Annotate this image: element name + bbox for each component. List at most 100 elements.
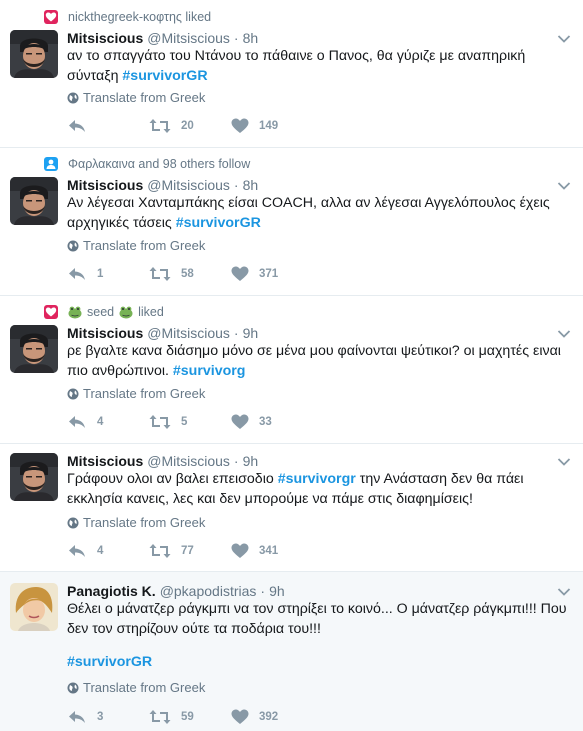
user-handle[interactable]: @Mitsiscious xyxy=(147,177,230,193)
translate-link[interactable]: Translate from Greek xyxy=(67,386,205,401)
tweet-actions: 4 5 33 xyxy=(67,414,387,430)
heart-icon xyxy=(231,414,249,430)
user-handle[interactable]: @Mitsiscious xyxy=(147,453,230,469)
display-name[interactable]: Mitsiscious xyxy=(67,30,143,46)
tweet[interactable]: nickthegreek-κοφτης liked Mitsiscious @M… xyxy=(0,0,583,148)
avatar[interactable] xyxy=(10,177,58,225)
retweet-button[interactable]: 58 xyxy=(149,266,194,282)
reply-count: 4 xyxy=(97,416,104,428)
reply-icon xyxy=(67,266,87,282)
translate-label: Translate from Greek xyxy=(83,515,206,530)
separator-dot: · xyxy=(233,453,239,469)
tweet-header: Mitsiscious @Mitsiscious · 8h xyxy=(67,177,258,193)
tweet[interactable]: Φαρλακαινα and 98 others follow Mitsisci… xyxy=(0,148,583,296)
retweet-count: 20 xyxy=(181,120,194,132)
tweet-header: Mitsiscious @Mitsiscious · 9h xyxy=(67,325,258,341)
like-count: 392 xyxy=(259,711,279,723)
retweet-button[interactable]: 20 xyxy=(149,118,194,134)
like-button[interactable]: 341 xyxy=(231,543,278,559)
hashtag-link[interactable]: #survivorGR xyxy=(122,68,207,84)
hashtag-link[interactable]: #survivorg xyxy=(173,363,246,379)
translate-link[interactable]: Translate from Greek xyxy=(67,515,205,530)
like-count: 33 xyxy=(259,416,272,428)
tweet-header: Mitsiscious @Mitsiscious · 9h xyxy=(67,453,258,469)
chevron-down-icon[interactable] xyxy=(557,181,571,191)
context-user[interactable]: seed xyxy=(87,305,114,319)
heart-icon xyxy=(231,118,249,134)
like-button[interactable]: 371 xyxy=(231,266,278,282)
context-text: nickthegreek-κοφτης liked xyxy=(68,10,212,24)
user-handle[interactable]: @Mitsiscious xyxy=(147,325,230,341)
hashtag-link[interactable]: #survivorGR xyxy=(67,654,152,670)
tweet-actions: 4 77 341 xyxy=(67,543,387,559)
translate-label: Translate from Greek xyxy=(83,386,206,401)
retweet-icon xyxy=(149,118,171,134)
tweet-text: Θέλει ο μάνατζερ ράγκμπι να τον στηρίξει… xyxy=(67,599,572,639)
frog-icon xyxy=(119,305,133,319)
retweet-icon xyxy=(149,414,171,430)
tweet-text: Γράφουν ολοι αν βαλει επεισοδιο #survivo… xyxy=(67,469,572,509)
timestamp[interactable]: 9h xyxy=(269,583,285,599)
timestamp[interactable]: 9h xyxy=(243,453,259,469)
retweet-button[interactable]: 59 xyxy=(149,709,194,725)
reply-button[interactable] xyxy=(67,118,97,134)
globe-icon xyxy=(67,92,79,104)
translate-link[interactable]: Translate from Greek xyxy=(67,238,205,253)
avatar[interactable] xyxy=(10,325,58,373)
timestamp[interactable]: 8h xyxy=(243,30,259,46)
translate-label: Translate from Greek xyxy=(83,238,206,253)
chevron-down-icon[interactable] xyxy=(557,457,571,467)
hashtag-link[interactable]: #survivorgr xyxy=(278,471,356,487)
reply-button[interactable]: 3 xyxy=(67,709,103,725)
tweet[interactable]: Mitsiscious @Mitsiscious · 9h Γράφουν ολ… xyxy=(0,444,583,572)
reply-count: 1 xyxy=(97,268,104,280)
timestamp[interactable]: 8h xyxy=(243,177,259,193)
tweet-header: Panagiotis K. @pkapodistrias · 9h xyxy=(67,583,285,599)
retweet-button[interactable]: 5 xyxy=(149,414,187,430)
display-name[interactable]: Mitsiscious xyxy=(67,177,143,193)
avatar[interactable] xyxy=(10,30,58,78)
translate-link[interactable]: Translate from Greek xyxy=(67,90,205,105)
display-name[interactable]: Panagiotis K. xyxy=(67,583,156,599)
chevron-down-icon[interactable] xyxy=(557,587,571,597)
hashtag-link[interactable]: #survivorGR xyxy=(176,215,261,231)
like-button[interactable]: 149 xyxy=(231,118,278,134)
separator-dot: · xyxy=(233,177,239,193)
avatar[interactable] xyxy=(10,453,58,501)
like-count: 341 xyxy=(259,545,279,557)
tweet[interactable]: Panagiotis K. @pkapodistrias · 9h Θέλει … xyxy=(0,572,583,731)
retweet-button[interactable]: 77 xyxy=(149,543,194,559)
context-text[interactable]: Φαρλακαινα and 98 others follow xyxy=(68,157,250,171)
timestamp[interactable]: 9h xyxy=(243,325,259,341)
retweet-icon xyxy=(149,543,171,559)
chevron-down-icon[interactable] xyxy=(557,34,571,44)
like-button[interactable]: 33 xyxy=(231,414,272,430)
tweet[interactable]: seed liked Mitsiscious @Mitsiscious · 9h… xyxy=(0,296,583,444)
separator-dot: · xyxy=(233,30,239,46)
tweet-actions: 3 59 392 xyxy=(67,709,387,725)
reply-count: 3 xyxy=(97,711,104,723)
reply-button[interactable]: 4 xyxy=(67,414,103,430)
heart-icon xyxy=(231,709,249,725)
tweet-text: ρε βγαλτε κανα διάσημο μόνο σε μένα μου … xyxy=(67,341,572,381)
tweet-hashtag-line: #survivorGR xyxy=(67,652,572,672)
retweet-count: 77 xyxy=(181,545,194,557)
chevron-down-icon[interactable] xyxy=(557,329,571,339)
display-name[interactable]: Mitsiscious xyxy=(67,325,143,341)
avatar[interactable] xyxy=(10,583,58,631)
reply-button[interactable]: 1 xyxy=(67,266,103,282)
reply-icon xyxy=(67,118,87,134)
like-button[interactable]: 392 xyxy=(231,709,278,725)
like-count: 149 xyxy=(259,120,279,132)
globe-icon xyxy=(67,682,79,694)
user-handle[interactable]: @Mitsiscious xyxy=(147,30,230,46)
context-text: liked xyxy=(138,305,164,319)
reply-button[interactable]: 4 xyxy=(67,543,103,559)
user-handle[interactable]: @pkapodistrias xyxy=(160,583,257,599)
retweet-count: 5 xyxy=(181,416,188,428)
tweet-text-body: Αν λέγεσαι Χανταμπάκης είσαι COACH, αλλα… xyxy=(67,195,550,231)
separator-dot: · xyxy=(260,583,266,599)
display-name[interactable]: Mitsiscious xyxy=(67,453,143,469)
separator-dot: · xyxy=(233,325,239,341)
translate-link[interactable]: Translate from Greek xyxy=(67,680,205,695)
